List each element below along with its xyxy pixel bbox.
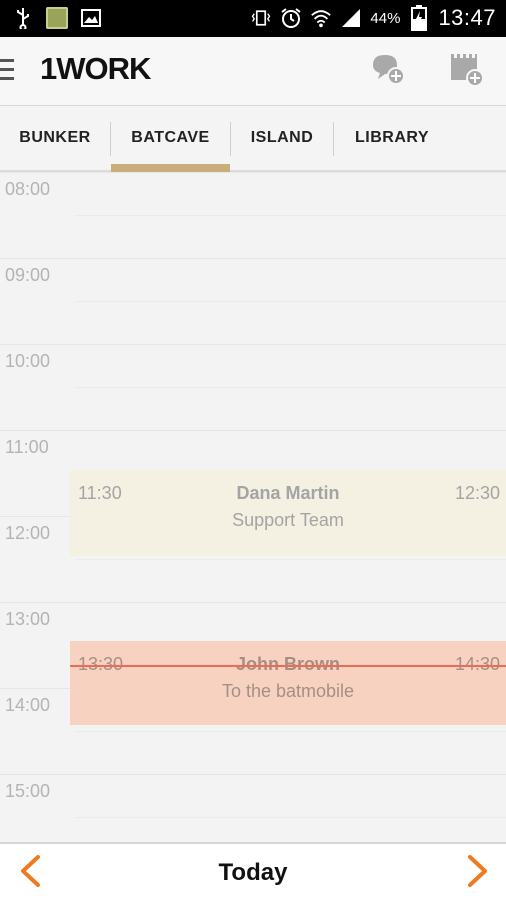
chevron-right-icon (466, 854, 490, 893)
hour-divider (0, 258, 506, 259)
usb-icon (12, 7, 34, 29)
hour-label: 09:00 (5, 265, 51, 285)
hour-slot[interactable]: 10:00 (0, 344, 506, 430)
alarm-icon (280, 7, 302, 29)
tab-library[interactable]: LIBRARY (334, 106, 450, 170)
vibrate-icon (250, 7, 272, 29)
hour-label: 13:00 (5, 609, 51, 629)
tab-island[interactable]: ISLAND (231, 106, 333, 170)
half-hour-divider (75, 817, 506, 818)
hour-label: 10:00 (5, 351, 51, 371)
app-logo: 1WORK (40, 51, 151, 86)
location-tabs: BUNKER BATCAVE ISLAND LIBRARY (0, 106, 506, 172)
half-hour-divider (75, 301, 506, 302)
event-dana-martin[interactable]: 11:30 Dana Martin 12:30 Support Team (70, 470, 506, 556)
status-bar: 44% 13:47 (0, 0, 506, 37)
new-event-icon (447, 51, 485, 92)
tab-label: ISLAND (250, 129, 314, 146)
hour-divider (0, 602, 506, 603)
event-subtitle: Support Team (232, 510, 344, 530)
hour-label: 08:00 (5, 179, 51, 199)
hour-slot[interactable]: 15:00 (0, 774, 506, 842)
battery-charging-icon (408, 5, 430, 31)
new-event-button[interactable] (446, 51, 486, 91)
tab-label: LIBRARY (354, 129, 429, 146)
hour-label: 12:00 (5, 523, 51, 543)
bottom-bar: Today (0, 842, 506, 902)
event-subtitle: To the batmobile (221, 681, 355, 701)
half-hour-divider (75, 387, 506, 388)
hour-slot[interactable]: 08:00 (0, 172, 506, 258)
event-title: Dana Martin (236, 483, 340, 503)
battery-percent: 44% (370, 9, 401, 27)
menu-icon[interactable] (0, 59, 14, 81)
hour-label: 14:00 (5, 695, 51, 715)
tab-bunker[interactable]: BUNKER (0, 106, 110, 170)
hour-slot[interactable]: 09:00 (0, 258, 506, 344)
new-chat-button[interactable] (368, 51, 408, 91)
wifi-icon (310, 7, 332, 29)
half-hour-divider (75, 215, 506, 216)
hour-divider (0, 172, 506, 173)
app-thumbnail-icon (46, 7, 68, 29)
hour-divider (0, 774, 506, 775)
day-calendar[interactable]: 08:00 09:00 10:00 11:00 12:00 13:00 14:0… (0, 172, 506, 842)
image-icon (80, 7, 102, 29)
hour-label: 15:00 (5, 781, 51, 801)
tab-batcave[interactable]: BATCAVE (111, 106, 230, 172)
hour-label: 11:00 (5, 437, 49, 457)
next-day-button[interactable] (460, 854, 496, 892)
selected-tab-indicator (111, 164, 230, 172)
hour-divider (0, 430, 506, 431)
new-chat-icon (370, 52, 406, 91)
status-time: 13:47 (438, 5, 496, 30)
signal-icon (340, 7, 362, 29)
tab-label: BUNKER (19, 129, 91, 146)
event-john-brown[interactable]: 13:30 John Brown 14:30 To the batmobile (70, 641, 506, 725)
current-time-indicator (70, 665, 506, 667)
half-hour-divider (75, 731, 506, 732)
hour-divider (0, 344, 506, 345)
today-button[interactable]: Today (0, 859, 506, 887)
app-bar: 1WORK (0, 37, 506, 106)
half-hour-divider (75, 559, 506, 560)
event-end-time: 12:30 (454, 483, 500, 503)
tab-label: BATCAVE (131, 129, 210, 146)
